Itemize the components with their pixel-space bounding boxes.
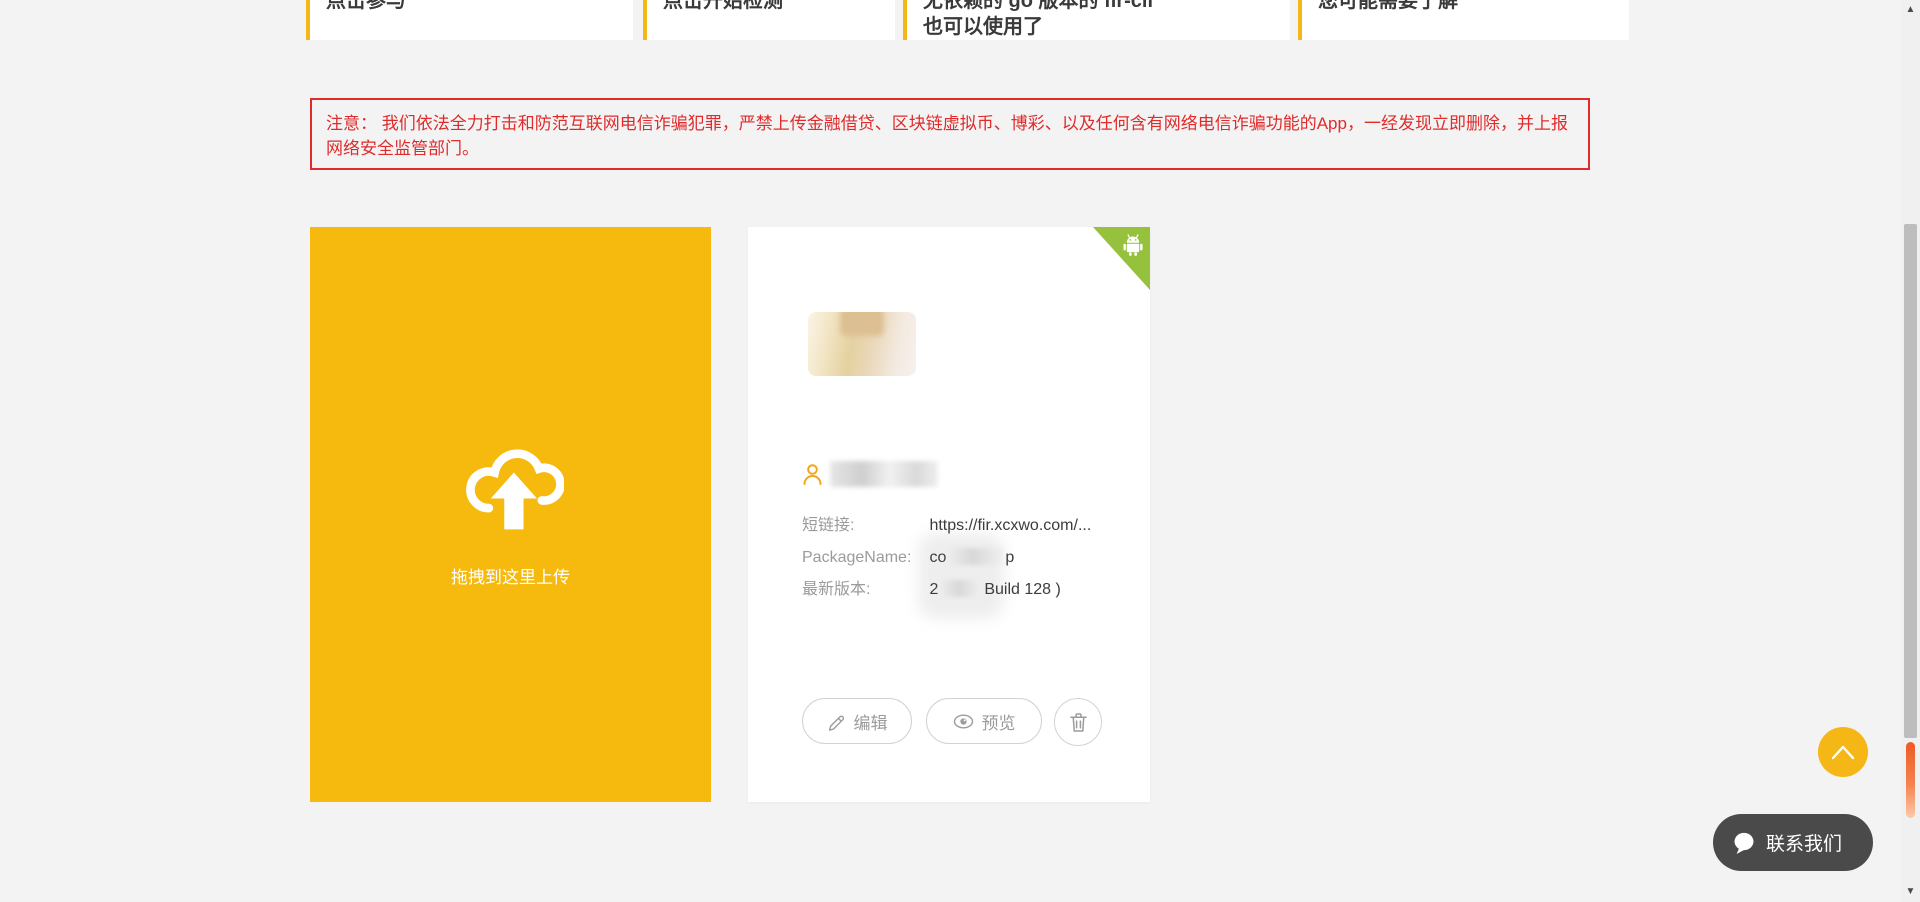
field-label: 短链接: — [802, 510, 925, 542]
help-tab-label: 无依赖的 go 版本的 fir-cli 也可以使用了 — [907, 0, 1290, 40]
contact-us-label: 联系我们 — [1766, 829, 1842, 856]
pencil-icon — [827, 712, 846, 731]
upload-dropzone[interactable]: 拖拽到这里上传 — [310, 227, 711, 802]
field-label: 最新版本: — [802, 574, 925, 606]
app-fields: 短链接: https://fir.xcxwo.com/... PackageNa… — [802, 510, 1132, 606]
app-card: 短链接: https://fir.xcxwo.com/... PackageNa… — [748, 227, 1150, 802]
help-tab-label: 您可能需要了解 — [1302, 0, 1629, 14]
help-tab-fir-cli[interactable]: 无依赖的 go 版本的 fir-cli 也可以使用了 — [903, 0, 1290, 40]
field-short-link: 短链接: https://fir.xcxwo.com/... — [802, 510, 1132, 542]
scroll-down-arrow[interactable]: ▼ — [1901, 884, 1920, 900]
scrollbar-track[interactable]: ▲ ▼ — [1901, 0, 1920, 902]
preview-button-label: 预览 — [982, 709, 1016, 734]
trash-icon — [1069, 712, 1088, 733]
scrollbar-orange-indicator[interactable] — [1906, 742, 1915, 818]
eye-icon — [953, 713, 974, 730]
chevron-up-icon — [1830, 744, 1856, 760]
redaction-blur — [940, 580, 982, 597]
back-to-top-button[interactable] — [1818, 727, 1868, 777]
field-latest-version: 最新版本: 2Build 128 ) — [802, 574, 1132, 606]
help-tab-participate[interactable]: 点击参与 — [306, 0, 633, 40]
help-tab-start-check[interactable]: 点击开始检测 — [643, 0, 895, 40]
latest-version-value: 2Build 128 ) — [929, 581, 1060, 598]
user-icon — [802, 463, 823, 486]
cloud-upload-icon — [458, 435, 564, 535]
help-tab-label: 点击开始检测 — [647, 0, 895, 14]
fraud-warning-box: 注意： 我们依法全力打击和防范互联网电信诈骗犯罪，严禁上传金融借贷、区块链虚拟币… — [310, 98, 1590, 170]
preview-button[interactable]: 预览 — [926, 698, 1042, 744]
contact-us-button[interactable]: 联系我们 — [1713, 814, 1873, 871]
help-tab-need-to-know[interactable]: 您可能需要了解 — [1298, 0, 1629, 40]
redaction-blur — [948, 548, 1003, 565]
delete-button[interactable] — [1054, 698, 1102, 746]
chat-bubble-icon — [1731, 830, 1757, 856]
dropzone-hint-text: 拖拽到这里上传 — [310, 563, 711, 588]
app-name-redacted — [830, 461, 938, 487]
page: 点击参与 点击开始检测 无依赖的 go 版本的 fir-cli 也可以使用了 您… — [0, 0, 1920, 902]
android-icon — [1122, 233, 1144, 257]
edit-button[interactable]: 编辑 — [802, 698, 912, 744]
scroll-up-arrow[interactable]: ▲ — [1901, 2, 1920, 18]
scrollbar-thumb[interactable] — [1904, 224, 1917, 738]
platform-ribbon — [1093, 227, 1150, 290]
fraud-warning-text: 注意： 我们依法全力打击和防范互联网电信诈骗犯罪，严禁上传金融借贷、区块链虚拟币… — [326, 114, 1568, 158]
field-package-name: PackageName: cop — [802, 542, 1132, 574]
help-tab-label: 点击参与 — [310, 0, 633, 14]
edit-button-label: 编辑 — [854, 709, 888, 734]
field-label: PackageName: — [802, 542, 925, 574]
package-name-value: cop — [929, 549, 1014, 566]
app-icon-thumbnail-redacted — [808, 312, 916, 376]
short-link-value[interactable]: https://fir.xcxwo.com/... — [929, 517, 1091, 534]
